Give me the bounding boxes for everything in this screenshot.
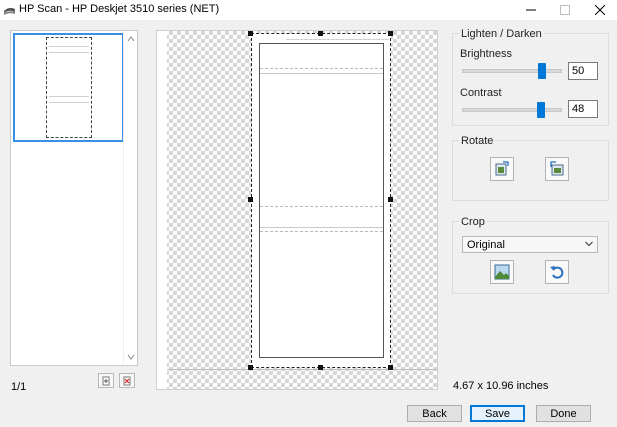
- title-bar: HP Scan - HP Deskjet 3510 series (NET): [0, 0, 617, 20]
- crop-group: [452, 221, 609, 294]
- rotate-right-icon: [550, 161, 564, 176]
- minimize-button[interactable]: [514, 0, 548, 20]
- hp-scan-app-icon: [4, 7, 15, 15]
- scan-preview[interactable]: ———————————————————————: [156, 30, 438, 390]
- close-icon: [595, 5, 605, 15]
- crop-handle-bottom-right[interactable]: [388, 365, 393, 370]
- chevron-down-icon: [585, 241, 593, 247]
- undo-icon: [550, 266, 564, 279]
- scroll-up-icon[interactable]: [127, 35, 135, 43]
- image-crop-icon: [494, 264, 510, 280]
- maximize-icon: [560, 5, 570, 15]
- crop-handle-top-left[interactable]: [248, 31, 253, 36]
- rotate-group: [452, 140, 609, 201]
- document-header-text: ———————————————————————: [286, 38, 390, 43]
- brightness-slider-thumb[interactable]: [538, 63, 546, 79]
- preview-bottom-strip: [167, 369, 437, 389]
- delete-page-icon: [123, 376, 131, 385]
- done-button[interactable]: Done: [536, 405, 591, 422]
- auto-crop-button[interactable]: [490, 260, 514, 284]
- crop-handle-bottom[interactable]: [318, 365, 323, 370]
- brightness-value-field[interactable]: 50: [568, 62, 598, 80]
- contrast-fill: [462, 108, 541, 112]
- maximize-button[interactable]: [548, 0, 582, 20]
- brightness-label: Brightness: [460, 48, 512, 60]
- add-page-icon: [102, 376, 110, 385]
- rotate-title: Rotate: [459, 135, 496, 147]
- add-page-button[interactable]: [98, 373, 114, 388]
- window-title: HP Scan - HP Deskjet 3510 series (NET): [19, 3, 220, 15]
- scanned-document: ———————————————————————: [259, 38, 390, 358]
- thumbnail-list[interactable]: [10, 30, 138, 366]
- page-thumbnail[interactable]: [13, 33, 124, 142]
- rotate-left-button[interactable]: [490, 157, 514, 181]
- minimize-icon: [526, 9, 536, 11]
- crop-handle-bottom-left[interactable]: [248, 365, 253, 370]
- rotate-right-button[interactable]: [545, 157, 569, 181]
- thumbnail-page-image: [46, 37, 92, 138]
- brightness-fill: [462, 69, 542, 73]
- crop-handle-top-right[interactable]: [388, 31, 393, 36]
- thumbnail-scrollbar[interactable]: [123, 31, 137, 365]
- save-button[interactable]: Save: [470, 405, 525, 422]
- rotate-left-icon: [495, 161, 509, 176]
- close-button[interactable]: [583, 0, 617, 20]
- crop-title: Crop: [459, 216, 487, 228]
- crop-mode-dropdown[interactable]: Original: [462, 236, 598, 253]
- scroll-down-icon[interactable]: [127, 353, 135, 361]
- contrast-value-field[interactable]: 48: [568, 100, 598, 118]
- delete-page-button[interactable]: [119, 373, 135, 388]
- lighten-darken-title: Lighten / Darken: [459, 28, 544, 40]
- crop-handle-left[interactable]: [248, 197, 253, 202]
- undo-crop-button[interactable]: [545, 260, 569, 284]
- contrast-label: Contrast: [460, 87, 502, 99]
- scan-size-text: 4.67 x 10.96 inches: [453, 380, 549, 392]
- crop-selection[interactable]: ———————————————————————: [251, 33, 391, 368]
- back-button[interactable]: Back: [407, 405, 462, 422]
- contrast-slider-thumb[interactable]: [537, 102, 546, 118]
- crop-handle-right[interactable]: [388, 197, 393, 202]
- page-count: 1/1: [11, 381, 27, 393]
- crop-mode-selected: Original: [467, 239, 505, 251]
- crop-handle-top[interactable]: [318, 31, 323, 36]
